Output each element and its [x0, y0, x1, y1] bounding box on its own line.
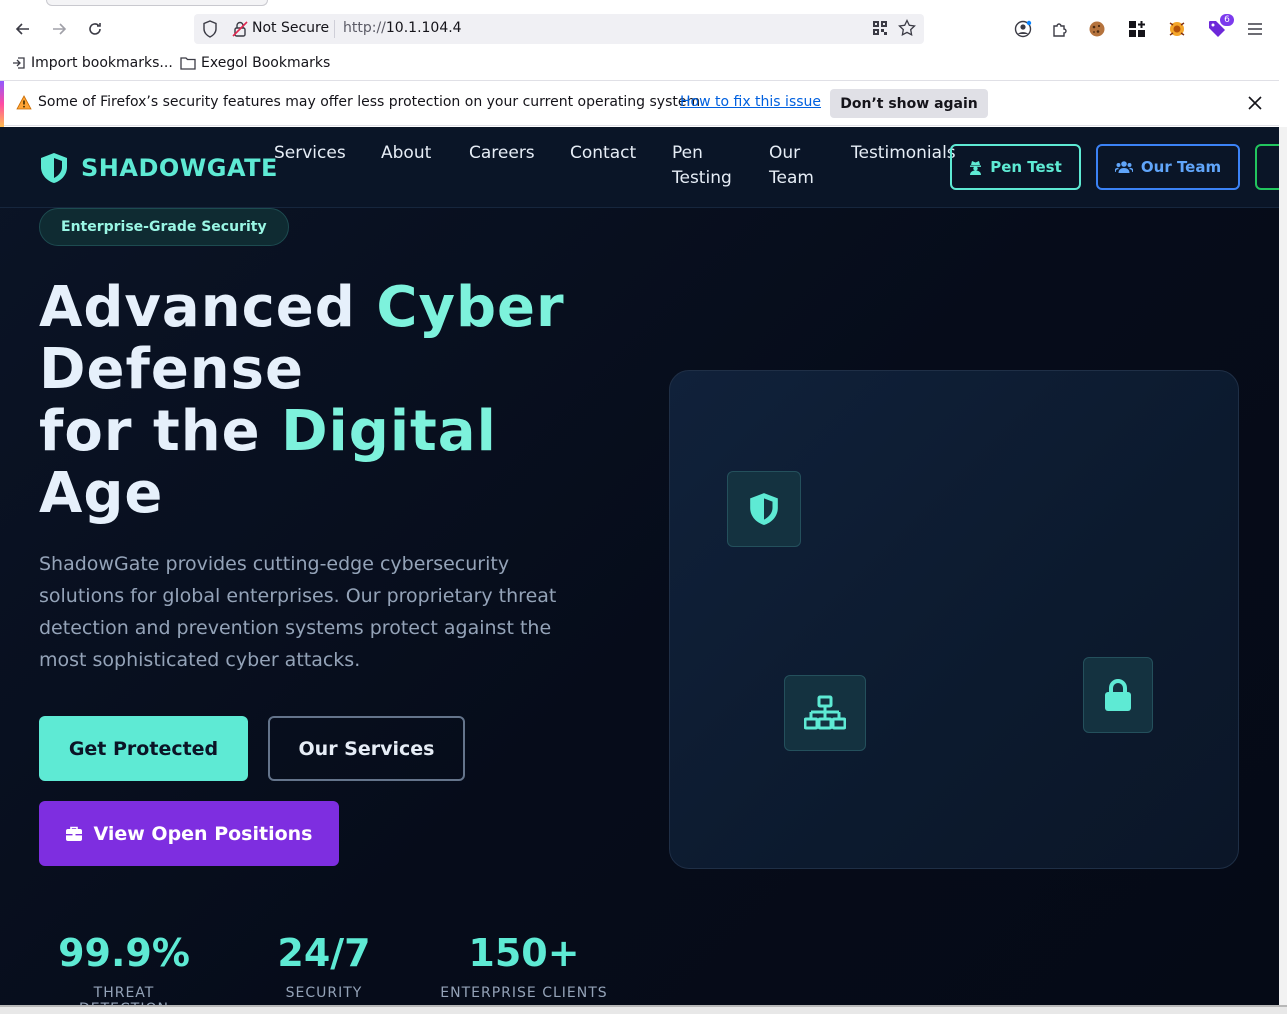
stat-enterprise-clients: 150+ ENTERPRISE CLIENTS	[438, 931, 610, 1001]
back-button[interactable]	[10, 16, 36, 42]
bug-extension-icon	[1169, 22, 1185, 36]
hero-visual-panel	[669, 370, 1239, 869]
stat-label: SECURITY	[285, 985, 363, 1001]
close-icon[interactable]	[1245, 93, 1265, 113]
shield-tile	[727, 471, 801, 547]
url-divider	[334, 20, 335, 38]
notification-message: Some of Firefox’s security features may …	[38, 94, 705, 110]
hero-headline: Advanced Cyber Defense for the Digital A…	[39, 277, 639, 525]
bookmark-import[interactable]: Import bookmarks...	[12, 55, 173, 71]
headline-text: Age	[39, 461, 164, 526]
nav-link-about[interactable]: About	[381, 141, 431, 166]
import-icon	[13, 57, 25, 69]
hero-badge: Enterprise-Grade Security	[39, 208, 289, 246]
network-tile	[784, 675, 866, 751]
warning-icon	[16, 95, 32, 110]
wappalyzer-extension-button[interactable]	[1166, 18, 1188, 40]
stat-threat-detection: 99.9% THREAT DETECTION	[46, 931, 202, 1005]
pen-test-label: Pen Test	[990, 158, 1062, 176]
headline-highlight: Digital	[281, 399, 497, 464]
stat-security: 24/7 SECURITY	[274, 931, 374, 1001]
browser-toolbar: Not Secure http://10.1.104.4 6	[0, 10, 1287, 48]
users-icon	[1114, 161, 1133, 173]
site-logo[interactable]: SHADOWGATE	[39, 152, 278, 184]
user-secret-icon	[970, 160, 982, 175]
web-page: SHADOWGATE Services About Careers Contac…	[0, 127, 1279, 1005]
nav-link-contact[interactable]: Contact	[570, 141, 636, 166]
network-icon	[804, 695, 846, 730]
how-to-fix-link[interactable]: How to fix this issue	[680, 94, 821, 110]
lock-tile	[1083, 657, 1153, 733]
hamburger-menu-icon	[1248, 23, 1262, 35]
window-bottom-edge	[0, 1005, 1287, 1014]
headline-text: Defense	[39, 337, 304, 402]
bookmark-star-icon[interactable]	[898, 19, 916, 37]
qr-code-icon[interactable]	[872, 20, 888, 36]
insecure-lock-icon[interactable]	[232, 20, 248, 38]
bookmark-label: Import bookmarks...	[31, 55, 173, 71]
get-protected-button[interactable]: Get Protected	[39, 716, 248, 781]
nav-link-testimonials[interactable]: Testimonials	[851, 141, 956, 166]
bookmarks-bar: Import bookmarks... Exegol Bookmarks	[0, 48, 1287, 80]
grid-plus-icon	[1129, 21, 1145, 37]
our-team-label: Our Team	[1140, 158, 1222, 176]
dont-show-again-button[interactable]: Don’t show again	[830, 89, 988, 118]
apps-extension-button[interactable]	[1126, 18, 1148, 40]
reload-icon	[89, 23, 101, 35]
tag-extension-button[interactable]: 6	[1206, 14, 1234, 40]
cookie-icon	[1089, 21, 1105, 37]
forward-arrow-icon	[53, 23, 67, 35]
bookmark-folder-exegol[interactable]: Exegol Bookmarks	[180, 55, 330, 71]
not-secure-label[interactable]: Not Secure	[252, 20, 329, 36]
bookmark-label: Exegol Bookmarks	[201, 55, 331, 71]
nav-link-our-team[interactable]: Our Team	[769, 141, 819, 191]
lock-icon	[1105, 679, 1131, 711]
window-right-edge	[1279, 127, 1287, 1014]
puzzle-icon	[1053, 23, 1067, 37]
headline-text: for the	[39, 399, 282, 464]
app-menu-button[interactable]	[1244, 18, 1266, 40]
url-prefix: http://	[343, 20, 386, 36]
cookie-extension-button[interactable]	[1086, 18, 1108, 40]
stat-value: 99.9%	[58, 931, 190, 975]
our-team-button[interactable]: Our Team	[1096, 144, 1240, 190]
back-arrow-icon	[15, 23, 29, 35]
active-tab[interactable]	[46, 0, 268, 6]
our-services-button[interactable]: Our Services	[268, 716, 465, 781]
url-text[interactable]: http://10.1.104.4	[343, 20, 462, 36]
tab-strip	[0, 0, 1287, 10]
account-icon	[1014, 20, 1032, 38]
stat-label: ENTERPRISE CLIENTS	[440, 985, 608, 1001]
shield-icon	[750, 493, 778, 525]
reload-button[interactable]	[82, 16, 108, 42]
account-button[interactable]	[1012, 18, 1034, 40]
url-host: 10.1.104.4	[385, 20, 462, 36]
headline-text: Advanced	[39, 275, 377, 340]
stat-label: THREAT DETECTION	[79, 985, 168, 1005]
url-bar[interactable]: Not Secure http://10.1.104.4	[194, 14, 924, 44]
security-notification-bar: Some of Firefox’s security features may …	[0, 80, 1279, 127]
extension-badge: 6	[1220, 14, 1234, 26]
stat-value: 150+	[468, 931, 580, 975]
overflow-nav-button[interactable]	[1255, 144, 1279, 190]
pen-test-button[interactable]: Pen Test	[950, 144, 1081, 190]
tracking-shield-icon[interactable]	[202, 20, 218, 38]
extensions-button[interactable]	[1049, 18, 1071, 40]
folder-icon	[180, 57, 196, 70]
shield-logo-icon	[41, 153, 67, 183]
briefcase-icon	[66, 826, 83, 841]
notification-accent-stripe	[0, 81, 4, 127]
hero-description: ShadowGate provides cutting-edge cyberse…	[39, 553, 557, 671]
view-open-positions-label: View Open Positions	[93, 822, 313, 845]
forward-button[interactable]	[46, 16, 72, 42]
site-navbar: SHADOWGATE Services About Careers Contac…	[0, 127, 1279, 208]
stat-value: 24/7	[277, 931, 371, 975]
brand-name: SHADOWGATE	[81, 154, 278, 182]
headline-highlight: Cyber	[376, 275, 565, 340]
view-open-positions-button[interactable]: View Open Positions	[39, 801, 339, 866]
nav-link-careers[interactable]: Careers	[469, 141, 535, 166]
nav-link-services[interactable]: Services	[274, 141, 346, 166]
nav-link-pen-testing[interactable]: Pen Testing	[672, 141, 738, 191]
